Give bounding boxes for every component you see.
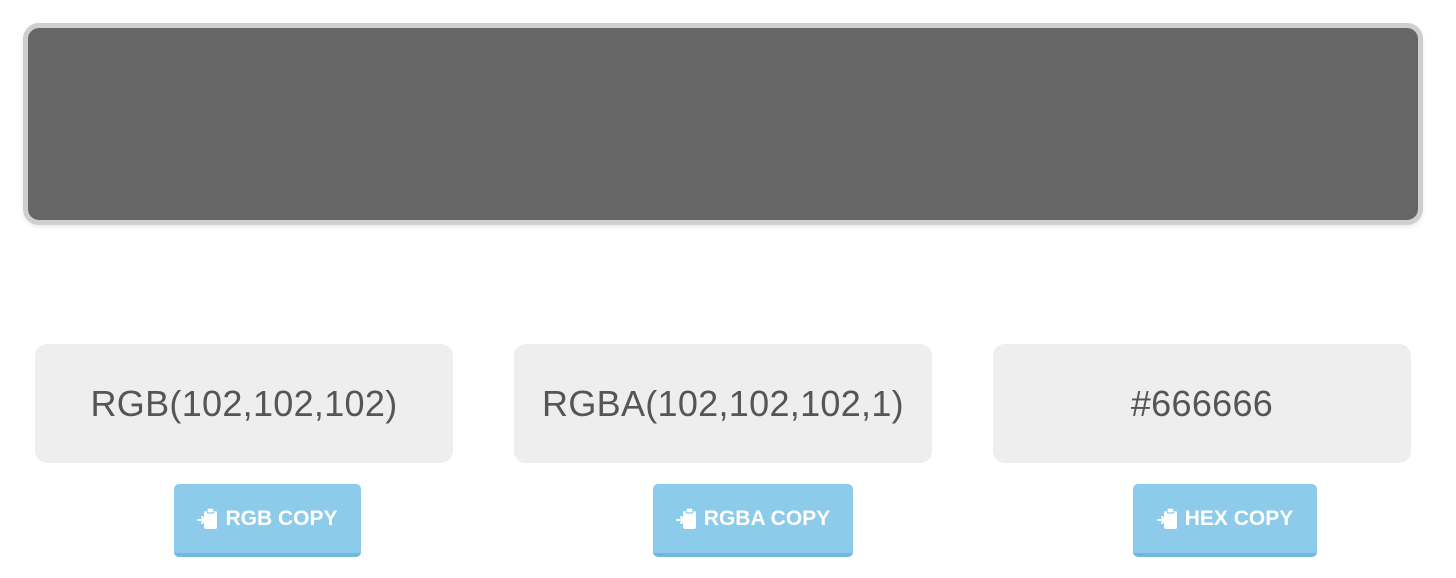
clipboard-paste-icon xyxy=(675,506,698,531)
hex-value: #666666 xyxy=(993,344,1411,463)
rgba-copy-button[interactable]: RGBA COPY xyxy=(653,484,853,557)
rgb-value: RGB(102,102,102) xyxy=(35,344,453,463)
clipboard-paste-icon xyxy=(197,506,219,531)
color-swatch-frame xyxy=(23,23,1423,225)
hex-copy-label: HEX COPY xyxy=(1184,506,1294,530)
rgb-copy-button[interactable]: RGB COPY xyxy=(174,484,361,557)
rgba-column: RGBA(102,102,102,1) RGBA COPY xyxy=(514,344,932,557)
hex-copy-button[interactable]: HEX COPY xyxy=(1133,484,1317,557)
rgba-copy-label: RGBA COPY xyxy=(703,506,831,530)
color-swatch xyxy=(28,28,1418,220)
rgb-copy-label: RGB COPY xyxy=(225,506,338,530)
hex-column: #666666 HEX COPY xyxy=(993,344,1411,557)
rgb-column: RGB(102,102,102) RGB COPY xyxy=(35,344,453,557)
clipboard-paste-icon xyxy=(1156,506,1179,531)
rgba-value: RGBA(102,102,102,1) xyxy=(514,344,932,463)
